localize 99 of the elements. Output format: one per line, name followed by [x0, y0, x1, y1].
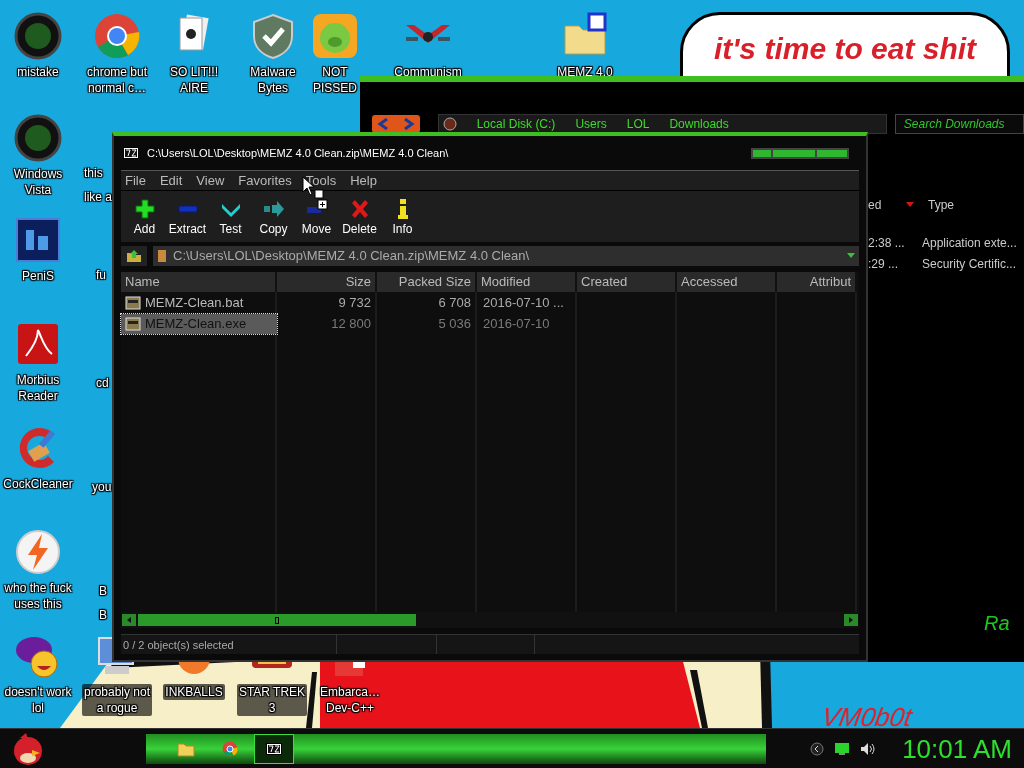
- address-bar[interactable]: Local Disk (C:) Users LOL Downloads: [437, 114, 887, 134]
- icon-label: PeniS: [22, 268, 54, 284]
- table-cell-text: Security Certific...: [922, 256, 1017, 273]
- toolbar-button[interactable]: Extract: [166, 198, 209, 236]
- app-tile-icon: [14, 216, 62, 264]
- icon-label: MEMZ 4.0: [557, 64, 613, 80]
- toolbar-button[interactable]: Copy: [252, 198, 295, 236]
- drive-icon: [442, 117, 457, 131]
- icon-label: doesn't work lol: [4, 684, 72, 716]
- toolbar-button[interactable]: Test: [209, 198, 252, 236]
- folder-icon: [177, 740, 195, 757]
- archive-app-icon: [266, 742, 282, 755]
- clock[interactable]: 10:01 AM: [902, 733, 1012, 764]
- window-title: C:\Users\LOL\Desktop\MEMZ 4.0 Clean.zip\MEMZ 4.0 Clean\: [147, 145, 449, 161]
- file-name: MEMZ-Clean.exe: [145, 315, 247, 334]
- menu-item[interactable]: Edit: [159, 170, 183, 191]
- table-cell-text: 12 800: [330, 315, 372, 333]
- table-cell-text: :29 ...: [868, 256, 900, 273]
- scrollbar-thumb[interactable]: [138, 614, 416, 626]
- search-field[interactable]: Search Downloads: [894, 114, 1024, 134]
- table-cell-text: 2:38 ...: [868, 235, 902, 252]
- column-header[interactable]: Created: [577, 272, 677, 292]
- pig-icon: [311, 12, 359, 60]
- icon-label: Embarca… Dev-C++: [320, 684, 380, 716]
- icon-label: SO LIT!!! AIRE: [170, 64, 218, 96]
- archive-app-icon: [123, 147, 139, 159]
- sort-caret-icon: [904, 201, 916, 209]
- orb-icon: [14, 114, 62, 162]
- network-icon[interactable]: [834, 741, 851, 756]
- column-header[interactable]: Type: [928, 196, 954, 214]
- icon-label: chrome but normal c…: [87, 64, 147, 96]
- file-icon: [125, 317, 141, 331]
- search-placeholder: Search Downloads: [903, 116, 1005, 133]
- file-name-cell[interactable]: MEMZ-Clean.bat: [121, 293, 277, 313]
- icon-label: Windows Vista: [13, 166, 63, 198]
- toolbar-button[interactable]: Move: [295, 198, 338, 236]
- toolbar-button[interactable]: Delete: [338, 198, 381, 236]
- breadcrumb[interactable]: Downloads: [669, 115, 729, 133]
- cube-icon: [335, 662, 365, 676]
- menu-item[interactable]: Favorites: [238, 170, 292, 191]
- circle-logo-icon: [222, 740, 238, 757]
- icon-label: probably not a rogue: [81, 684, 152, 716]
- column-header[interactable]: Name: [121, 272, 277, 292]
- menu-item[interactable]: Help: [350, 170, 377, 191]
- icon-label: this like a: [84, 166, 112, 204]
- status-text: 0 / 2 object(s) selected: [121, 635, 337, 654]
- speaker-icon[interactable]: [860, 741, 877, 756]
- icon-label: who the fuck uses this: [4, 580, 72, 612]
- folder-up-button[interactable]: [121, 246, 147, 266]
- column-header[interactable]: ed: [868, 196, 900, 214]
- breadcrumb[interactable]: LOL: [626, 115, 650, 133]
- dropdown-caret-icon: [847, 253, 855, 259]
- bubble-text: it's time to eat shit: [713, 33, 977, 67]
- column-header[interactable]: Attribut: [777, 272, 857, 292]
- icon-label: NOT PISSED: [313, 64, 357, 96]
- toolbar-button[interactable]: Info: [381, 198, 424, 236]
- lightning-icon: [14, 528, 62, 576]
- icon-label: B B: [99, 584, 107, 622]
- window-controls[interactable]: [751, 147, 849, 159]
- signature-text: VM0b0t: [819, 703, 915, 731]
- icon-label: Communism: [394, 64, 462, 80]
- table-cell-text: 6 708: [437, 294, 472, 312]
- breadcrumb[interactable]: Local Disk (C:): [476, 115, 556, 133]
- folder-icon: [157, 249, 167, 263]
- icon-label: you: [92, 480, 112, 494]
- icon-label: cd: [96, 376, 109, 390]
- folder-up-icon: [126, 249, 142, 263]
- table-cell-text: 2016-07-10 ...: [482, 294, 565, 312]
- toolbar-button[interactable]: Add: [123, 198, 166, 236]
- icon-label: Morbius Reader: [16, 372, 60, 404]
- column-header[interactable]: Modified: [477, 272, 577, 292]
- column-header[interactable]: Packed Size: [377, 272, 477, 292]
- path-field[interactable]: C:\Users\LOL\Desktop\MEMZ 4.0 Clean.zip\MEMZ 4.0 Clean\: [153, 246, 859, 266]
- corner-text: Ra: [984, 611, 1010, 636]
- icon-label: Malware Bytes: [250, 64, 296, 96]
- icon-label: mistake: [17, 64, 59, 80]
- navigation-buttons[interactable]: [372, 115, 420, 133]
- horizontal-scrollbar[interactable]: [121, 612, 859, 628]
- file-icon: [125, 296, 141, 310]
- table-cell-text: 5 036: [437, 315, 472, 333]
- icon-label: STAR TREK 3: [236, 684, 308, 716]
- file-name: MEMZ-Clean.bat: [145, 294, 244, 313]
- table-cell-text: Application exte...: [922, 235, 1017, 252]
- icon-label: fu: [96, 268, 106, 282]
- column-header[interactable]: Size: [277, 272, 377, 292]
- menu-item[interactable]: File: [125, 170, 146, 191]
- icon-label: INKBALLS: [163, 684, 225, 700]
- menu-item[interactable]: View: [196, 170, 225, 191]
- icon-label: CockCleaner: [3, 476, 73, 492]
- chevron-icon[interactable]: [810, 741, 825, 756]
- table-cell-text: 2016-07-10: [482, 315, 551, 333]
- orb-icon: [14, 12, 62, 60]
- circle-logo-icon: [93, 12, 141, 60]
- column-header[interactable]: Accessed: [677, 272, 777, 292]
- plus-icon: [133, 198, 156, 220]
- taskbar-button[interactable]: [254, 733, 294, 764]
- table-cell-text: 9 732: [337, 294, 372, 312]
- breadcrumb[interactable]: Users: [575, 115, 607, 133]
- path-text: C:\Users\LOL\Desktop\MEMZ 4.0 Clean.zip\MEMZ 4.0 Clean\: [173, 247, 530, 266]
